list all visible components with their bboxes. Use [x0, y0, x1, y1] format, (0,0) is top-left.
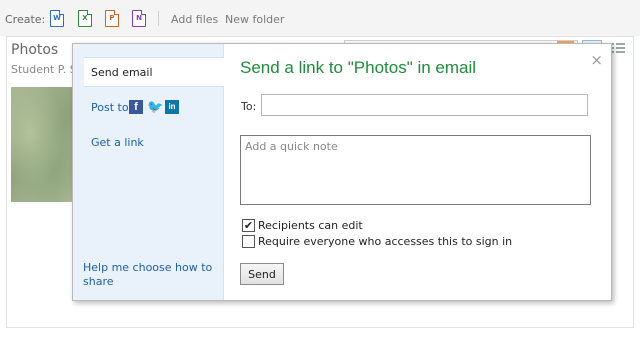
to-field[interactable]: [261, 94, 588, 116]
add-files-button[interactable]: Add files: [171, 13, 218, 26]
toolbar-divider: [158, 11, 159, 26]
excel-doc-icon[interactable]: X: [78, 10, 92, 27]
create-label: Create:: [5, 13, 46, 26]
sidebar-item-label: Send email: [91, 66, 153, 79]
powerpoint-doc-icon[interactable]: P: [105, 10, 119, 27]
send-button[interactable]: Send: [240, 263, 284, 285]
to-label: To:: [241, 100, 257, 113]
share-sidebar: Send email Post to f 🐦 in Get a link Hel…: [73, 44, 224, 300]
dialog-title: Send a link to "Photos" in email: [240, 58, 477, 77]
new-folder-button[interactable]: New folder: [225, 13, 284, 26]
photo-thumbnail[interactable]: [11, 87, 73, 202]
recipients-can-edit-label[interactable]: Recipients can edit: [258, 219, 363, 232]
post-to-link[interactable]: Post to: [91, 101, 129, 114]
require-sign-in-checkbox[interactable]: [242, 235, 255, 248]
page-title: Photos: [11, 42, 59, 58]
linkedin-icon[interactable]: in: [165, 100, 179, 114]
word-doc-icon[interactable]: W: [50, 10, 64, 27]
require-sign-in-label[interactable]: Require everyone who accesses this to si…: [258, 235, 512, 248]
sidebar-item-send-email[interactable]: Send email: [84, 57, 224, 87]
sidebar-item-get-link[interactable]: Get a link: [91, 136, 144, 149]
top-toolbar: Create: W X P N Add files New folder: [0, 0, 640, 36]
share-dialog: Send email Post to f 🐦 in Get a link Hel…: [72, 43, 612, 301]
facebook-icon[interactable]: f: [129, 100, 143, 114]
help-choose-link[interactable]: Help me choose how to share: [83, 261, 213, 289]
list-view-icon[interactable]: [611, 43, 625, 55]
close-icon[interactable]: ×: [590, 51, 603, 69]
onenote-doc-icon[interactable]: N: [132, 10, 146, 27]
recipients-can-edit-checkbox[interactable]: ✔: [242, 219, 255, 232]
note-field[interactable]: [240, 135, 591, 205]
email-panel: Send a link to "Photos" in email × To: ✔…: [224, 44, 611, 300]
twitter-icon[interactable]: 🐦: [147, 100, 163, 114]
